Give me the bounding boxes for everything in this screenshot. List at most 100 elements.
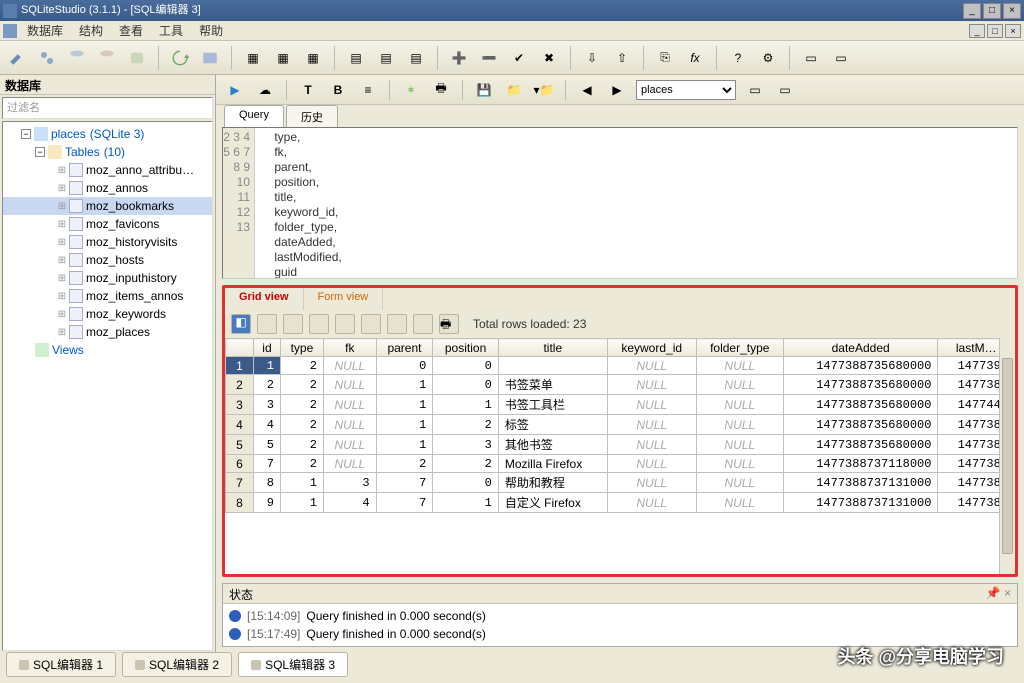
view1-icon[interactable]: ▭ xyxy=(744,79,766,101)
cell-title[interactable]: 帮助和教程 xyxy=(498,473,607,493)
tool-copy-icon[interactable]: ⎘ xyxy=(653,46,677,70)
cell-type[interactable]: 2 xyxy=(280,415,323,435)
tool-import-icon[interactable]: ⇩ xyxy=(580,46,604,70)
sql-editor[interactable]: 2 3 4 5 6 7 8 9 10 11 12 13 type, fk, pa… xyxy=(222,127,1018,279)
row-number[interactable]: 4 xyxy=(226,415,254,435)
cell-fk[interactable]: NULL xyxy=(323,435,376,455)
history-prev-icon[interactable]: ◀ xyxy=(576,79,598,101)
cell-position[interactable]: 2 xyxy=(433,455,499,473)
cell-dateadded[interactable]: 1477388735680000 xyxy=(783,375,938,395)
cell-position[interactable]: 0 xyxy=(433,473,499,493)
tree-table-node[interactable]: ⊞moz_historyvisits xyxy=(3,233,212,251)
cell-folder[interactable]: NULL xyxy=(696,375,783,395)
col-keyword_id[interactable]: keyword_id xyxy=(607,339,696,357)
tool-page-icon[interactable]: ▤ xyxy=(344,46,368,70)
grid-first-icon[interactable]: ◧ xyxy=(231,314,251,334)
cell-title[interactable]: Mozilla Firefox xyxy=(498,455,607,473)
cell-folder[interactable]: NULL xyxy=(696,493,783,513)
cell-dateadded[interactable]: 1477388735680000 xyxy=(783,415,938,435)
grid-commit-icon[interactable] xyxy=(387,314,407,334)
cell-dateadded[interactable]: 1477388737131000 xyxy=(783,493,938,513)
close-button[interactable]: × xyxy=(1003,3,1021,19)
tool-export-icon[interactable]: ⇧ xyxy=(610,46,634,70)
tree-table-node[interactable]: ⊞moz_anno_attribu… xyxy=(3,161,212,179)
tool-pen-icon[interactable] xyxy=(5,46,29,70)
cell-position[interactable]: 0 xyxy=(433,375,499,395)
tab-history[interactable]: 历史 xyxy=(286,105,338,127)
tree-table-node[interactable]: ⊞moz_favicons xyxy=(3,215,212,233)
tab-grid-view[interactable]: Grid view xyxy=(225,288,304,310)
cell-type[interactable]: 1 xyxy=(280,493,323,513)
tree-table-node[interactable]: ⊞moz_bookmarks xyxy=(3,197,212,215)
row-number[interactable]: 6 xyxy=(226,455,254,473)
grid-add-icon[interactable] xyxy=(335,314,355,334)
cell-title[interactable]: 其他书签 xyxy=(498,435,607,455)
tool-connect-icon[interactable] xyxy=(35,46,59,70)
col-fk[interactable]: fk xyxy=(323,339,376,357)
cell-parent[interactable]: 1 xyxy=(376,435,433,455)
mdi-restore-button[interactable]: □ xyxy=(987,24,1003,38)
row-number[interactable]: 8 xyxy=(226,493,254,513)
grid-prev-icon[interactable] xyxy=(257,314,277,334)
cell-folder[interactable]: NULL xyxy=(696,435,783,455)
text-tool-icon[interactable]: T xyxy=(297,79,319,101)
cell-keyword[interactable]: NULL xyxy=(607,395,696,415)
tree-table-node[interactable]: ⊞moz_inputhistory xyxy=(3,269,212,287)
tool-window2-icon[interactable]: ▭ xyxy=(829,46,853,70)
cell-title[interactable] xyxy=(498,357,607,375)
result-grid[interactable]: idtypefkparentpositiontitlekeyword_idfol… xyxy=(225,338,1015,513)
bold-tool-icon[interactable]: B xyxy=(327,79,349,101)
cell-keyword[interactable]: NULL xyxy=(607,435,696,455)
menu-view[interactable]: 查看 xyxy=(113,20,149,41)
tool-gear-icon[interactable]: ⚙ xyxy=(756,46,780,70)
tree-table-node[interactable]: ⊞moz_items_annos xyxy=(3,287,212,305)
cell-folder[interactable]: NULL xyxy=(696,415,783,435)
tool-page3-icon[interactable]: ▤ xyxy=(404,46,428,70)
db-select[interactable]: places xyxy=(636,80,736,100)
col-title[interactable]: title xyxy=(498,339,607,357)
col-folder_type[interactable]: folder_type xyxy=(696,339,783,357)
cell-dateadded[interactable]: 1477388735680000 xyxy=(783,395,938,415)
menu-structure[interactable]: 结构 xyxy=(73,20,109,41)
minimize-button[interactable]: _ xyxy=(963,3,981,19)
bottom-tab-2[interactable]: SQL编辑器 2 xyxy=(122,652,232,677)
cell-type[interactable]: 2 xyxy=(280,357,323,375)
cell-folder[interactable]: NULL xyxy=(696,473,783,493)
cell-title[interactable]: 标签 xyxy=(498,415,607,435)
tab-query[interactable]: Query xyxy=(224,105,284,127)
tree-table-node[interactable]: ⊞moz_hosts xyxy=(3,251,212,269)
cell-dateadded[interactable]: 1477388737131000 xyxy=(783,473,938,493)
cell-parent[interactable]: 7 xyxy=(376,493,433,513)
col-position[interactable]: position xyxy=(433,339,499,357)
new-icon[interactable]: ▾📁 xyxy=(533,79,555,101)
tool-add-row-icon[interactable]: ➕ xyxy=(447,46,471,70)
sql-code[interactable]: type, fk, parent, position, title, keywo… xyxy=(255,128,1017,278)
cell-keyword[interactable]: NULL xyxy=(607,455,696,473)
cell-fk[interactable]: 3 xyxy=(323,473,376,493)
cell-id[interactable]: 5 xyxy=(254,435,281,455)
cell-fk[interactable]: NULL xyxy=(323,357,376,375)
cell-parent[interactable]: 1 xyxy=(376,375,433,395)
tool-commit-icon[interactable]: ✔ xyxy=(507,46,531,70)
cell-fk[interactable]: NULL xyxy=(323,415,376,435)
grid-next-icon[interactable] xyxy=(283,314,303,334)
cell-position[interactable]: 1 xyxy=(433,493,499,513)
cell-type[interactable]: 1 xyxy=(280,473,323,493)
cell-folder[interactable]: NULL xyxy=(696,357,783,375)
tree-icon[interactable]: ✶ xyxy=(400,79,422,101)
cell-dateadded[interactable]: 1477388735680000 xyxy=(783,357,938,375)
tool-fx-icon[interactable]: fx xyxy=(683,46,707,70)
print-icon[interactable]: 🖶 xyxy=(430,79,452,101)
explain-icon[interactable]: ☁ xyxy=(254,79,276,101)
result-grid-wrap[interactable]: idtypefkparentpositiontitlekeyword_idfol… xyxy=(225,338,1015,574)
cell-position[interactable]: 1 xyxy=(433,395,499,415)
bottom-tab-3[interactable]: SQL编辑器 3 xyxy=(238,652,348,677)
maximize-button[interactable]: □ xyxy=(983,3,1001,19)
tree-db-node[interactable]: − places (SQLite 3) xyxy=(3,125,212,143)
cell-keyword[interactable]: NULL xyxy=(607,357,696,375)
tool-db-add-icon[interactable] xyxy=(65,46,89,70)
cell-parent[interactable]: 2 xyxy=(376,455,433,473)
cell-id[interactable]: 1 xyxy=(254,357,281,375)
grid-scrollbar[interactable] xyxy=(999,338,1015,574)
mdi-close-button[interactable]: × xyxy=(1005,24,1021,38)
